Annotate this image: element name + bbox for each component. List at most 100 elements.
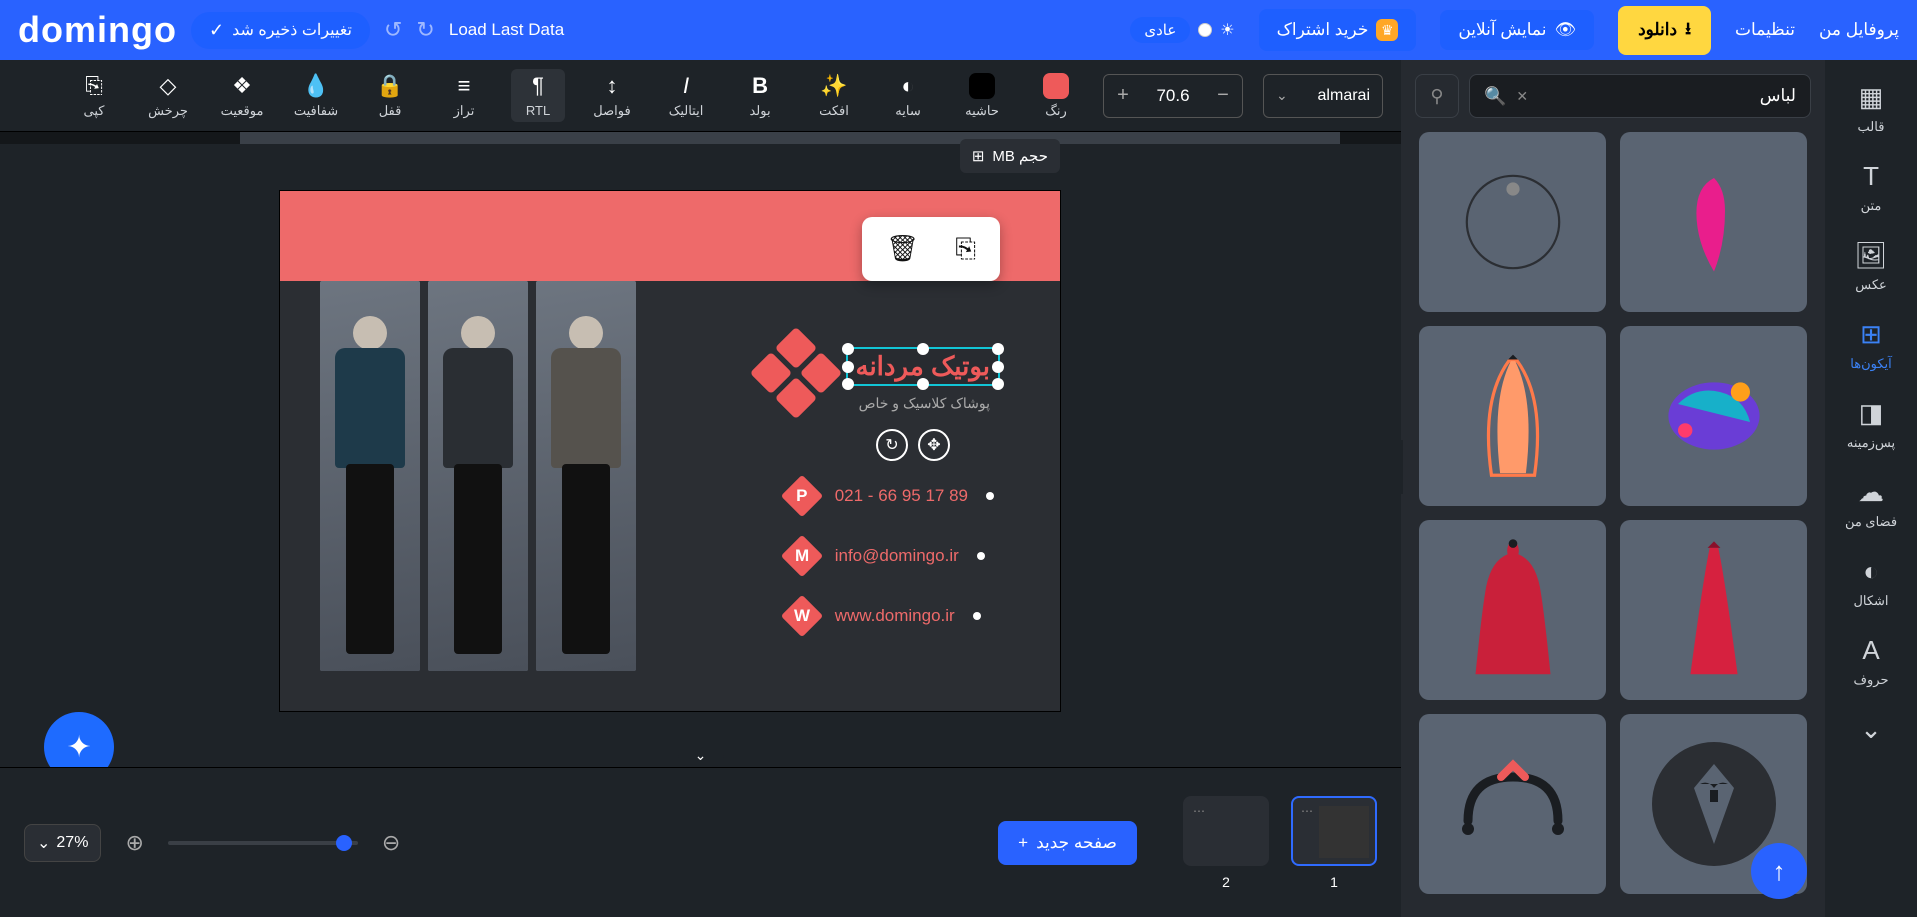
undo-icon[interactable]: ↺	[384, 17, 402, 43]
search-input[interactable]	[1538, 86, 1796, 106]
brand-logo[interactable]	[756, 333, 836, 413]
rail-text[interactable]: Tمتن	[1861, 161, 1882, 214]
resize-handle[interactable]	[992, 378, 1004, 390]
new-page-button[interactable]: صفحه جدید+	[998, 821, 1137, 865]
margin-icon	[969, 73, 995, 99]
email-text[interactable]: info@domingo.ir	[835, 546, 959, 566]
phone-text[interactable]: 021 - 66 95 17 89	[835, 486, 968, 506]
photo[interactable]	[428, 281, 528, 671]
lock-icon: 🔒	[376, 73, 403, 99]
zoom-in-icon[interactable]: ⊕	[125, 830, 143, 856]
align-icon: ≡	[458, 73, 471, 99]
align-tool[interactable]: ≡تراز	[437, 73, 491, 119]
footer-collapse[interactable]: ⌄	[678, 743, 724, 767]
opacity-tool[interactable]: 💧شفافیت	[289, 73, 343, 119]
rotate-handle[interactable]: ↻	[876, 429, 908, 461]
color-tool[interactable]: رنگ	[1029, 73, 1083, 119]
icon-card[interactable]	[1620, 132, 1807, 312]
preview-button[interactable]: 👁نمایش آنلاین	[1440, 10, 1594, 50]
size-plus[interactable]: +	[1104, 74, 1142, 118]
size-input[interactable]	[1142, 86, 1204, 106]
mode-toggle[interactable]: ☀ عادی	[1130, 17, 1234, 43]
margin-tool[interactable]: حاشیه	[955, 73, 1009, 119]
h-scrollbar[interactable]	[0, 132, 1401, 144]
resize-handle[interactable]	[992, 343, 1004, 355]
icon-card[interactable]	[1620, 520, 1807, 700]
opacity-icon: 💧	[302, 73, 329, 99]
font-select[interactable]: ⌄almarai	[1263, 74, 1383, 118]
rail-icons[interactable]: ⊞آیکون‌ها	[1850, 319, 1892, 372]
icon-grid[interactable]	[1415, 128, 1811, 903]
upload-fab[interactable]: ↑	[1751, 843, 1807, 899]
icon-card[interactable]	[1419, 520, 1606, 700]
rail-template[interactable]: ▦قالب	[1858, 82, 1885, 135]
size-minus[interactable]: −	[1204, 74, 1242, 118]
icon-card[interactable]	[1419, 326, 1606, 506]
rail-letters[interactable]: Aحروف	[1854, 635, 1889, 688]
scroll-thumb[interactable]	[240, 132, 1340, 144]
resize-handle[interactable]	[842, 378, 854, 390]
subtitle-text[interactable]: پوشاک کلاسیک و خاص	[859, 395, 990, 412]
subscribe-button[interactable]: ♛خرید اشتراک	[1259, 9, 1417, 51]
load-last-button[interactable]: Load Last Data	[449, 20, 564, 40]
zoom-value[interactable]: ⌄27%	[24, 824, 101, 862]
lock-tool[interactable]: 🔒قفل	[363, 73, 417, 119]
canvas-wrap[interactable]: حجم MB⊞ بوتیک مردانه	[0, 132, 1401, 767]
thumb-menu[interactable]: ⋯	[1193, 804, 1205, 818]
rail-shapes[interactable]: ◐اشکال	[1853, 556, 1888, 609]
magic-fab[interactable]: ✦	[44, 712, 114, 767]
resize-handle[interactable]	[992, 361, 1004, 373]
rail-image[interactable]: 🖼عکس	[1855, 240, 1888, 293]
page-thumb-1[interactable]: ⋯	[1291, 796, 1377, 866]
resize-handle[interactable]	[917, 378, 929, 390]
resize-handle[interactable]	[842, 343, 854, 355]
copy-tool[interactable]: ⎘کپی	[67, 73, 121, 119]
rail-background[interactable]: ◨پس‌زمینه	[1847, 398, 1895, 451]
icon-card[interactable]	[1419, 714, 1606, 894]
settings-link[interactable]: تنظیمات	[1735, 20, 1795, 40]
rail-myspace[interactable]: ☁فضای من	[1845, 477, 1897, 530]
bold-tool[interactable]: Bبولد	[733, 73, 787, 119]
rtl-tool[interactable]: ¶RTL	[511, 69, 565, 122]
rail-label: اشکال	[1853, 593, 1888, 609]
background-icon: ◨	[1859, 398, 1884, 429]
icon-card[interactable]	[1620, 326, 1807, 506]
rail-label: فضای من	[1845, 514, 1897, 530]
page-thumb-2[interactable]: ⋯	[1183, 796, 1269, 866]
web-text[interactable]: www.domingo.ir	[835, 606, 955, 626]
size-badge[interactable]: حجم MB⊞	[960, 139, 1060, 173]
delete-button[interactable]: 🗑	[886, 233, 919, 265]
duplicate-button[interactable]: ⎘	[955, 233, 976, 265]
profile-link[interactable]: پروفایل من	[1819, 20, 1899, 40]
zoom-out-icon[interactable]: ⊖	[382, 830, 400, 856]
title-selected[interactable]: بوتیک مردانه	[846, 347, 1001, 386]
shadow-tool[interactable]: ◐سایه	[881, 73, 935, 119]
spacing-tool[interactable]: ↕فواصل	[585, 73, 639, 119]
photo[interactable]	[320, 281, 420, 671]
italic-icon: I	[683, 73, 689, 99]
resize-handle[interactable]	[917, 343, 929, 355]
rotate-tool[interactable]: ◇چرخش	[141, 73, 195, 119]
resize-handle[interactable]	[842, 361, 854, 373]
design-canvas[interactable]: بوتیک مردانه پوشاک کلاسیک و خاص ✥ ↻ 021 …	[280, 191, 1060, 711]
rtl-icon: ¶	[532, 73, 544, 99]
thumb-menu[interactable]: ⋯	[1301, 804, 1313, 818]
italic-tool[interactable]: Iایتالیک	[659, 73, 713, 119]
page-number: 1	[1330, 874, 1338, 890]
search-box[interactable]: ✕ 🔍	[1469, 74, 1811, 118]
icon-panel: ✕ 🔍 ⚲ ↑ ▷	[1401, 60, 1825, 917]
effect-tool[interactable]: ✨افکت	[807, 73, 861, 119]
icon-card[interactable]	[1419, 132, 1606, 312]
position-tool[interactable]: ❖موقعیت	[215, 73, 269, 119]
move-handle[interactable]: ✥	[918, 429, 950, 461]
clear-icon[interactable]: ✕	[1516, 88, 1528, 105]
font-size[interactable]: +−	[1103, 74, 1243, 118]
photo[interactable]	[536, 281, 636, 671]
chevron-down-icon: ⌄	[1276, 87, 1288, 104]
rail-more[interactable]: ⌄	[1860, 714, 1882, 745]
filter-button[interactable]: ⚲	[1415, 74, 1459, 118]
zoom-slider[interactable]	[168, 841, 358, 845]
redo-icon[interactable]: ↻	[416, 17, 434, 43]
download-button[interactable]: ⭳دانلود	[1618, 6, 1711, 55]
slider-thumb[interactable]	[336, 835, 352, 851]
